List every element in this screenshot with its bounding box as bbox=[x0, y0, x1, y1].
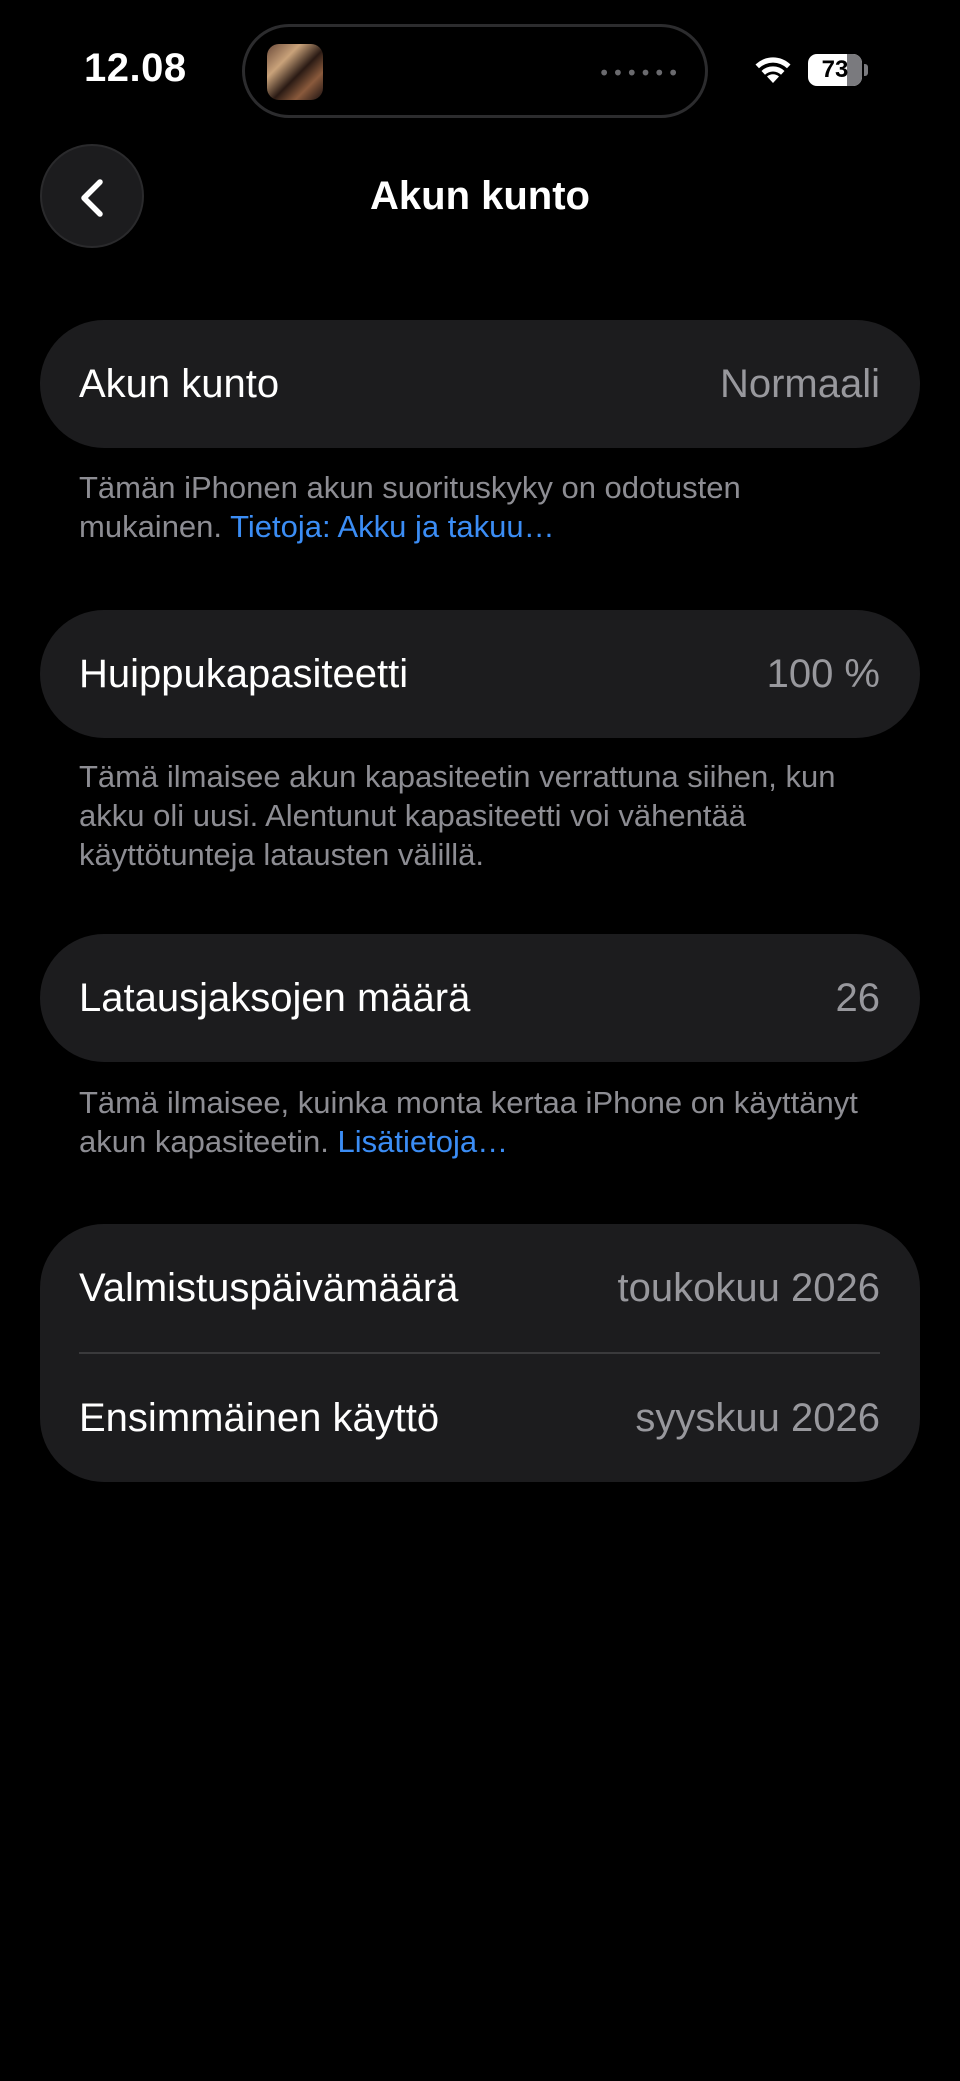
battery-indicator: 73 bbox=[808, 54, 868, 86]
battery-health-label: Akun kunto bbox=[79, 361, 280, 406]
peak-capacity-label: Huippukapasiteetti bbox=[79, 651, 409, 696]
battery-warranty-link[interactable]: Tietoja: Akku ja takuu… bbox=[230, 509, 555, 544]
battery-health-row: Akun kunto Normaali bbox=[40, 320, 920, 448]
manufacture-date-row: Valmistuspäivämäärä toukokuu 2026 bbox=[40, 1224, 920, 1352]
battery-cap bbox=[864, 64, 868, 76]
status-bar: 12.08 •••••• 73 bbox=[0, 0, 960, 140]
battery-health-card: Akun kunto Normaali bbox=[40, 320, 920, 448]
now-playing-artwork bbox=[267, 44, 323, 100]
status-time: 12.08 bbox=[84, 46, 187, 90]
peak-capacity-card: Huippukapasiteetti 100 % bbox=[40, 610, 920, 738]
cycle-count-note: Tämä ilmaisee, kuinka monta kertaa iPhon… bbox=[79, 1083, 889, 1161]
manufacture-date-label: Valmistuspäivämäärä bbox=[79, 1265, 459, 1310]
peak-capacity-note: Tämä ilmaisee akun kapasiteetin verrattu… bbox=[79, 757, 889, 874]
manufacture-date-value: toukokuu 2026 bbox=[617, 1265, 880, 1310]
peak-capacity-row: Huippukapasiteetti 100 % bbox=[40, 610, 920, 738]
navigation-bar: Akun kunto bbox=[0, 140, 960, 260]
battery-health-note: Tämän iPhonen akun suorituskyky on odotu… bbox=[79, 468, 889, 546]
peak-capacity-value: 100 % bbox=[766, 651, 880, 696]
battery-dates-card: Valmistuspäivämäärä toukokuu 2026 Ensimm… bbox=[40, 1224, 920, 1482]
page-title: Akun kunto bbox=[370, 174, 590, 218]
battery-body: 73 bbox=[808, 54, 862, 86]
battery-health-value: Normaali bbox=[719, 361, 880, 406]
cycle-count-label: Latausjaksojen määrä bbox=[79, 975, 471, 1020]
first-use-label: Ensimmäinen käyttö bbox=[79, 1395, 440, 1440]
first-use-value: syyskuu 2026 bbox=[635, 1395, 880, 1440]
cycle-count-card: Latausjaksojen määrä 26 bbox=[40, 934, 920, 1062]
first-use-row: Ensimmäinen käyttö syyskuu 2026 bbox=[40, 1354, 920, 1482]
cycle-count-row: Latausjaksojen määrä 26 bbox=[40, 934, 920, 1062]
battery-percent: 73 bbox=[821, 56, 849, 83]
wifi-icon bbox=[755, 57, 791, 83]
island-activity-dots: •••••• bbox=[598, 61, 681, 85]
learn-more-link[interactable]: Lisätietoja… bbox=[338, 1124, 509, 1159]
peak-capacity-note-text: Tämä ilmaisee akun kapasiteetin verrattu… bbox=[79, 759, 836, 872]
dynamic-island[interactable]: •••••• bbox=[242, 24, 708, 118]
cycle-count-value: 26 bbox=[835, 975, 881, 1020]
